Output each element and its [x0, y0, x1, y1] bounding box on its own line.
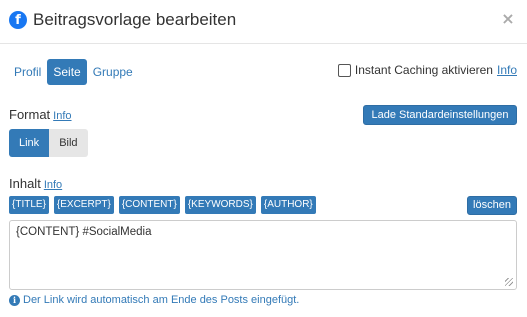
instant-caching-row: Instant Caching aktivieren Info — [337, 63, 517, 77]
dialog-title: Beitragsvorlage bearbeiten — [33, 10, 237, 29]
content-info-link[interactable]: Info — [44, 179, 62, 191]
instant-caching-checkbox[interactable] — [337, 63, 351, 77]
tab-seite[interactable]: Seite — [47, 59, 87, 85]
format-link-button[interactable]: Link — [9, 129, 50, 157]
content-label: Inhalt — [9, 176, 41, 191]
placeholder-content-button[interactable]: {CONTENT} — [118, 196, 180, 214]
tab-gruppe[interactable]: Gruppe — [87, 59, 139, 85]
content-textarea-value: {CONTENT} #SocialMedia — [16, 226, 152, 238]
hint-text: Der Link wird automatisch am Ende des Po… — [23, 294, 300, 306]
placeholder-excerpt-button[interactable]: {EXCERPT} — [53, 196, 114, 214]
tab-profil[interactable]: Profil — [8, 59, 47, 85]
format-bild-button[interactable]: Bild — [49, 129, 88, 157]
target-tabs: Profil Seite Gruppe — [8, 59, 139, 85]
dialog-header: f Beitragsvorlage bearbeiten × — [0, 0, 527, 44]
load-defaults-button[interactable]: Lade Standardeinstellungen — [363, 105, 517, 125]
placeholder-buttons: {TITLE} {EXCERPT} {CONTENT} {KEYWORDS} {… — [9, 196, 321, 214]
format-toggle: Link Bild — [9, 129, 88, 157]
resize-grip-icon[interactable] — [505, 278, 513, 286]
hint-line: i Der Link wird automatisch am Ende des … — [9, 294, 299, 306]
clear-button[interactable]: löschen — [467, 196, 517, 215]
close-icon[interactable]: × — [500, 10, 516, 28]
instant-caching-info-link[interactable]: Info — [497, 63, 517, 77]
format-label: Format — [9, 107, 51, 122]
format-heading: Format Info — [9, 107, 72, 122]
instant-caching-label[interactable]: Instant Caching aktivieren — [355, 63, 493, 77]
content-textarea[interactable]: {CONTENT} #SocialMedia — [9, 220, 517, 290]
placeholder-keywords-button[interactable]: {KEYWORDS} — [184, 196, 256, 214]
info-circle-icon: i — [9, 294, 20, 306]
placeholder-title-button[interactable]: {TITLE} — [9, 196, 49, 214]
format-info-link[interactable]: Info — [53, 110, 71, 122]
placeholder-author-button[interactable]: {AUTHOR} — [260, 196, 316, 214]
content-heading: Inhalt Info — [9, 176, 62, 191]
facebook-icon: f — [9, 11, 27, 29]
